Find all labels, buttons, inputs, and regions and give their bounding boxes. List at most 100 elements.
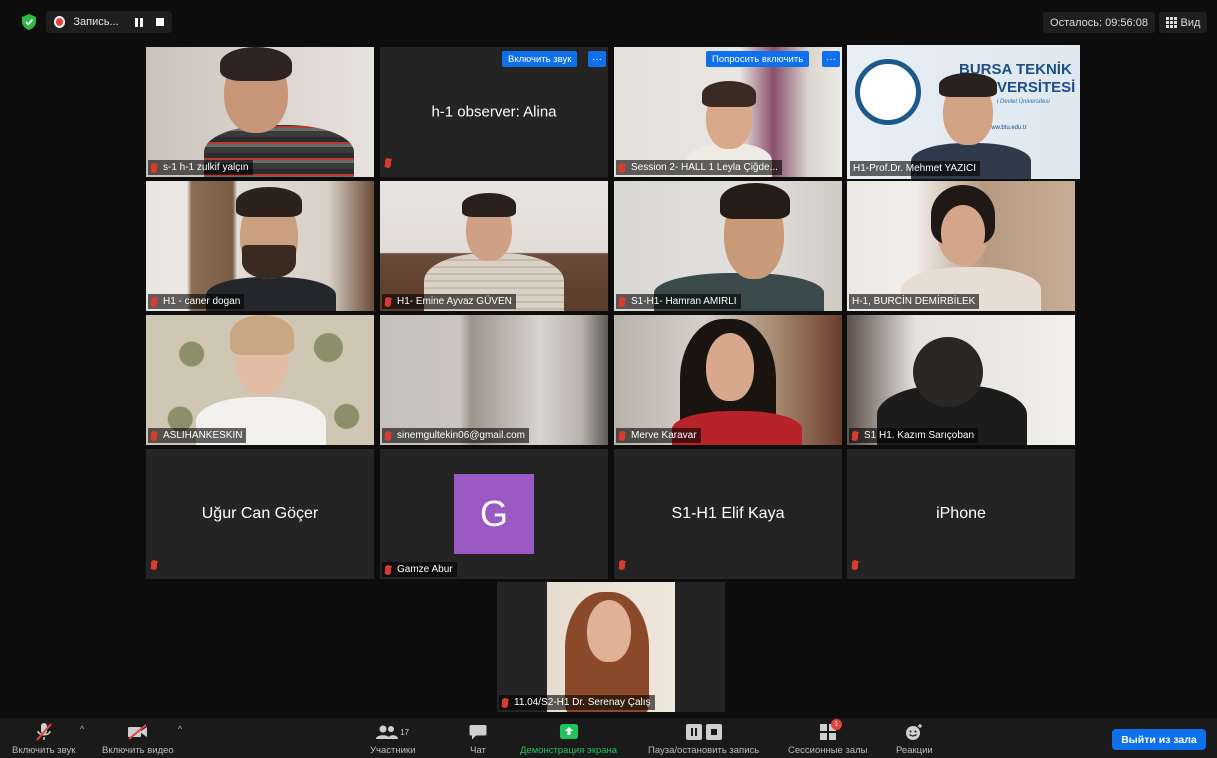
participant-name-tag: S1-H1- Hamran AMIRLI xyxy=(616,294,741,309)
mic-muted-icon xyxy=(619,560,625,570)
participant-tile-zulkif[interactable]: s-1 h-1 zulkif yalçın xyxy=(146,47,374,177)
participant-tile-caner[interactable]: H1 - caner dogan xyxy=(146,181,374,311)
recording-dot-icon xyxy=(54,16,66,28)
participant-tile-iphone[interactable]: iPhone xyxy=(847,449,1075,579)
participant-name-tag: H1-Prof.Dr. Mehmet YAZICI xyxy=(850,161,980,176)
participant-tile-emine[interactable]: H1- Emine Ayvaz GÜVEN xyxy=(380,181,608,311)
mic-muted-icon xyxy=(852,430,858,441)
chat-bubble-icon xyxy=(469,724,487,739)
video-camera-off-icon xyxy=(127,724,147,740)
pause-icon xyxy=(135,17,143,27)
mic-muted-icon xyxy=(852,560,858,570)
breakout-badge: 1 xyxy=(830,719,842,730)
security-shield-icon[interactable] xyxy=(22,14,36,30)
mic-muted-icon xyxy=(619,162,625,173)
participants-icon xyxy=(376,725,399,739)
view-label: Вид xyxy=(1180,16,1201,29)
stop-icon xyxy=(705,724,722,740)
participant-name-tag: sinemgultekin06@gmail.com xyxy=(382,428,529,443)
recording-indicator: Запись... xyxy=(46,11,172,33)
microphone-muted-icon xyxy=(35,723,52,741)
participant-tile-kazim[interactable]: S1 H1. Kazım Sarıçoban xyxy=(847,315,1075,445)
share-screen-label: Демонстрация экрана xyxy=(520,745,618,756)
smiley-reaction-icon xyxy=(906,724,923,740)
participant-tile-merve[interactable]: Merve Karavar xyxy=(614,315,842,445)
participant-tile-hamran[interactable]: S1-H1- Hamran AMIRLI xyxy=(614,181,842,311)
mic-muted-indicator xyxy=(385,155,397,173)
chat-label: Чат xyxy=(470,745,486,756)
share-screen-icon xyxy=(559,724,578,739)
mic-muted-icon xyxy=(151,430,157,441)
more-options-button[interactable]: ··· xyxy=(822,51,840,67)
start-video-button[interactable]: Включить видео xyxy=(102,722,174,756)
mic-muted-icon xyxy=(385,296,391,307)
participant-tile-aslihan[interactable]: ASLIHANKESKIN xyxy=(146,315,374,445)
pause-recording-button[interactable] xyxy=(131,14,148,30)
ask-to-unmute-button[interactable]: Включить звук xyxy=(502,51,578,67)
recording-label: Запись... xyxy=(73,16,119,28)
participant-name-tag: S1 H1. Kazım Sarıçoban xyxy=(849,428,979,443)
unmute-button[interactable]: Включить звук xyxy=(12,722,75,756)
university-logo xyxy=(855,59,921,125)
participant-name-tag: s-1 h-1 zulkif yalçın xyxy=(148,160,253,175)
participant-tile-serenay[interactable]: 11.04/S2-H1 Dr. Serenay Çalış xyxy=(497,582,725,712)
top-bar: Запись... Осталось: 09:56:08 Вид xyxy=(0,0,1217,44)
participant-name-tag: H1 - caner dogan xyxy=(148,294,245,309)
video-options-caret-icon[interactable]: ^ xyxy=(178,724,182,734)
participant-name-center: h-1 observer: Alina xyxy=(431,103,557,121)
banner-url: www.btu.edu.tr xyxy=(987,125,1027,131)
mic-muted-indicator xyxy=(619,557,631,575)
participant-name-tag: 11.04/S2-H1 Dr. Serenay Çalış xyxy=(499,695,655,710)
mic-muted-indicator xyxy=(151,557,163,575)
audio-options-caret-icon[interactable]: ^ xyxy=(80,724,84,734)
pause-stop-recording-button[interactable]: Пауза/остановить запись xyxy=(648,722,759,756)
pause-stop-recording-label: Пауза/остановить запись xyxy=(648,745,760,756)
participant-tile-gamze[interactable]: G Gamze Abur xyxy=(380,449,608,579)
participants-label: Участники xyxy=(370,745,416,756)
participant-tile-sinem[interactable]: sinemgultekin06@gmail.com xyxy=(380,315,608,445)
meeting-toolbar: Включить звук ^ Включить видео ^ 17 Учас… xyxy=(0,718,1217,758)
participant-name-center: S1-H1 Elif Kaya xyxy=(671,505,785,522)
participant-name-tag: H1- Emine Ayvaz GÜVEN xyxy=(382,294,516,309)
mic-muted-icon xyxy=(385,430,391,441)
breakout-rooms-button[interactable]: 1 Сессионные залы xyxy=(788,719,868,756)
share-screen-button[interactable]: Демонстрация экрана xyxy=(520,722,617,756)
leave-meeting-button[interactable]: Выйти из зала xyxy=(1112,729,1206,750)
mic-muted-icon xyxy=(385,158,391,168)
mic-muted-icon xyxy=(502,697,508,708)
mic-muted-icon xyxy=(151,162,157,173)
participant-tile-ugur[interactable]: Uğur Can Göçer xyxy=(146,449,374,579)
meeting-time-remaining: Осталось: 09:56:08 xyxy=(1043,12,1155,33)
participant-name-tag: H-1, BURCİN DEMİRBİLEK xyxy=(849,294,980,309)
participant-name-tag: ASLIHANKESKIN xyxy=(148,428,247,443)
chat-button[interactable]: Чат xyxy=(469,722,487,756)
participant-name-tag: Session 2- HALL 1 Leyla Çiğde... xyxy=(616,160,782,175)
ask-to-unmute-button[interactable]: Попросить включить xyxy=(706,51,810,67)
participant-tile-leyla[interactable]: Попросить включить ··· Session 2- HALL 1… xyxy=(614,47,842,177)
view-button[interactable]: Вид xyxy=(1159,12,1207,33)
participant-tile-alina[interactable]: Включить звук ··· h-1 observer: Alina xyxy=(380,47,608,177)
reactions-label: Реакции xyxy=(896,745,933,756)
breakout-rooms-label: Сессионные залы xyxy=(788,745,868,756)
participant-tile-mehmet[interactable]: BURSA TEKNİK VERSİTESİ i Devlet Üniversi… xyxy=(847,45,1080,179)
mic-muted-icon xyxy=(385,564,391,575)
more-options-button[interactable]: ··· xyxy=(588,51,606,67)
mic-muted-indicator xyxy=(852,557,864,575)
participants-count: 17 xyxy=(400,727,410,737)
mic-muted-icon xyxy=(151,560,157,570)
participant-name-tag: Merve Karavar xyxy=(616,428,701,443)
avatar: G xyxy=(454,474,534,554)
participant-video xyxy=(547,582,675,712)
participant-name-center: iPhone xyxy=(936,505,986,522)
participant-tile-elif[interactable]: S1-H1 Elif Kaya xyxy=(614,449,842,579)
unmute-label: Включить звук xyxy=(12,745,76,756)
stop-recording-button[interactable] xyxy=(151,14,168,30)
reactions-button[interactable]: Реакции xyxy=(896,722,933,756)
mic-muted-icon xyxy=(619,430,625,441)
stop-icon xyxy=(155,18,164,26)
mic-muted-icon xyxy=(619,296,625,307)
participants-button[interactable]: 17 Участники xyxy=(370,722,415,756)
mic-muted-icon xyxy=(151,296,157,307)
participant-tile-burcin[interactable]: H-1, BURCİN DEMİRBİLEK xyxy=(847,181,1075,311)
start-video-label: Включить видео xyxy=(102,745,174,756)
